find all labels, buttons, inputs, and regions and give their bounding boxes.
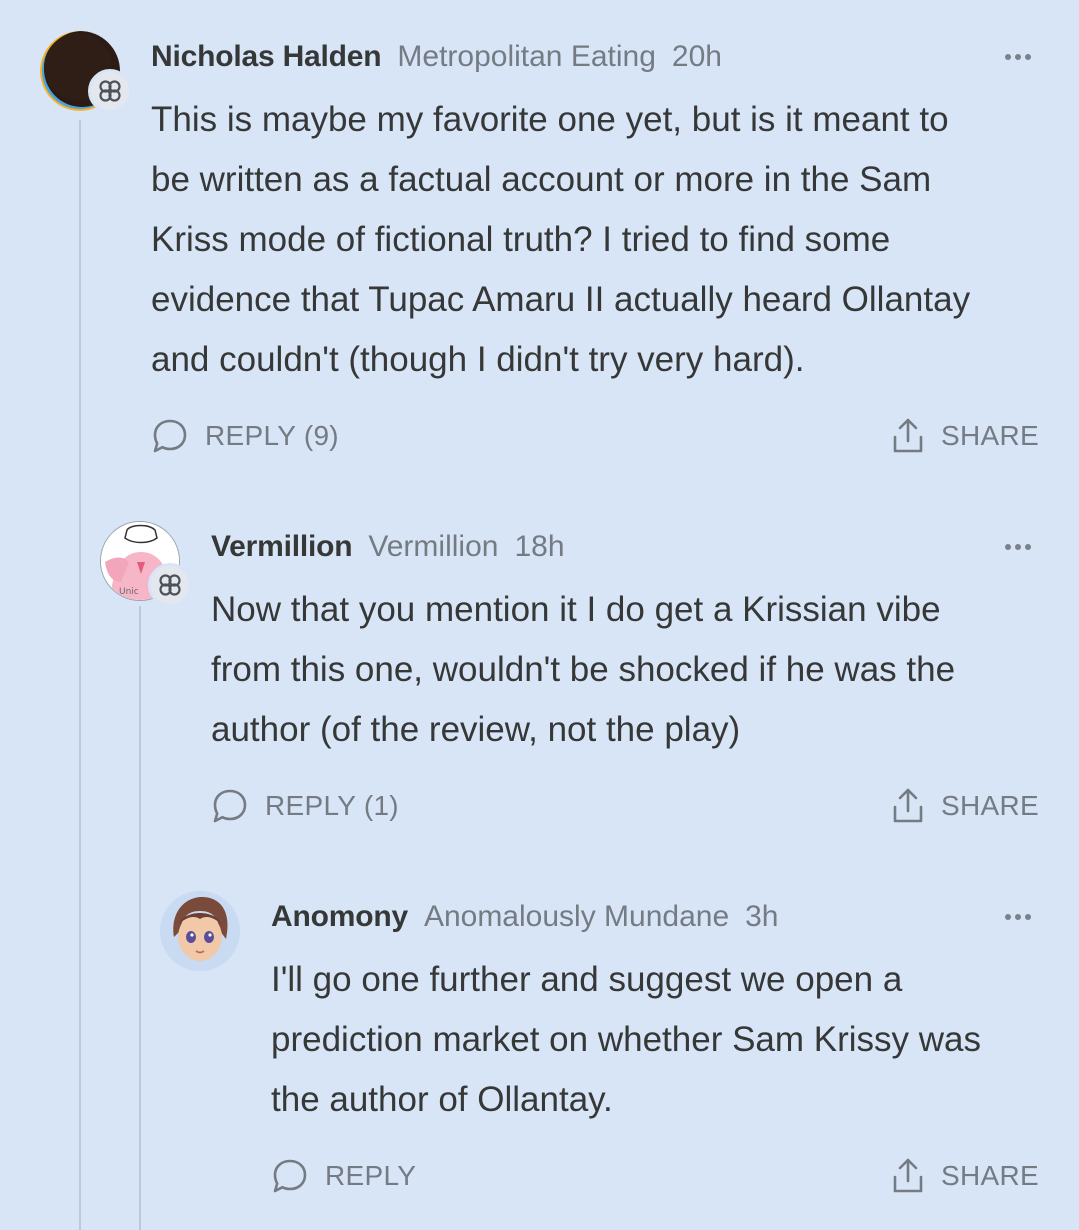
svg-text:Unic: Unic (119, 587, 139, 597)
more-options-icon[interactable] (1005, 895, 1031, 939)
comment-line: from this one, wouldn't be shocked if he… (211, 650, 956, 689)
comment-body: I'll go one further and suggest we open … (271, 950, 981, 1130)
comment-line: be written as a factual account or more … (151, 160, 932, 199)
comment-line: Kriss mode of fictional truth? I tried t… (151, 220, 891, 259)
comment-line: evidence that Tupac Amaru II actually he… (151, 280, 971, 319)
share-label: SHARE (941, 1160, 1039, 1191)
reply-button[interactable]: REPLY (1) (211, 787, 399, 825)
more-options-icon[interactable] (1005, 35, 1031, 79)
share-icon (893, 418, 923, 453)
comment-nicholas-halden: Nicholas Halden Metropolitan Eating 20h … (0, 31, 1079, 475)
reply-bubble-icon (213, 789, 247, 823)
comment-publication[interactable]: Anomalously Mundane (424, 900, 729, 934)
comment-line: author (of the review, not the play) (211, 710, 741, 749)
reply-label: REPLY (1) (265, 790, 399, 821)
share-button[interactable]: SHARE (891, 1154, 1039, 1198)
comment-vermillion: Unic Vermillion Vermillion 18h Now that … (0, 521, 1079, 845)
comment-publication[interactable]: Vermillion (368, 530, 498, 564)
reply-bubble-icon (153, 419, 187, 453)
subscriber-badge-icon (88, 69, 132, 113)
comment-author[interactable]: Anomony (271, 900, 408, 934)
more-options-icon[interactable] (1005, 525, 1031, 569)
comment-publication[interactable]: Metropolitan Eating (397, 40, 656, 74)
comment-line: and couldn't (though I didn't try very h… (151, 340, 805, 379)
comment-timestamp[interactable]: 3h (745, 900, 778, 934)
comment-line: prediction market on whether Sam Krissy … (271, 1020, 981, 1059)
comment-timestamp[interactable]: 18h (514, 530, 564, 564)
comment-anomony: Anomony Anomalously Mundane 3h I'll go o… (0, 891, 1079, 1215)
comment-author[interactable]: Vermillion (211, 530, 353, 564)
comment-timestamp[interactable]: 20h (672, 40, 722, 74)
share-button[interactable]: SHARE (891, 414, 1039, 458)
share-label: SHARE (941, 420, 1039, 451)
comment-body: Now that you mention it I do get a Kriss… (211, 580, 955, 760)
comment-line: I'll go one further and suggest we open … (271, 960, 903, 999)
share-icon (893, 788, 923, 823)
reply-bubble-icon (273, 1159, 307, 1193)
subscriber-badge-icon (148, 563, 192, 607)
share-label: SHARE (941, 790, 1039, 821)
avatar[interactable]: Unic (100, 521, 192, 607)
comment-line: the author of Ollantay. (271, 1080, 613, 1119)
reply-button[interactable]: REPLY (271, 1157, 416, 1195)
reply-label: REPLY (325, 1160, 417, 1191)
reply-button[interactable]: REPLY (9) (151, 417, 339, 455)
avatar[interactable] (160, 891, 240, 971)
share-button[interactable]: SHARE (891, 784, 1039, 828)
comment-author[interactable]: Nicholas Halden (151, 40, 382, 74)
comment-body: This is maybe my favorite one yet, but i… (151, 90, 970, 390)
anime-character-avatar-icon (160, 891, 240, 971)
share-icon (893, 1158, 923, 1193)
comment-line: This is maybe my favorite one yet, but i… (151, 100, 949, 139)
reply-label: REPLY (9) (205, 420, 339, 451)
avatar[interactable] (40, 31, 132, 113)
comment-line: Now that you mention it I do get a Kriss… (211, 590, 941, 629)
